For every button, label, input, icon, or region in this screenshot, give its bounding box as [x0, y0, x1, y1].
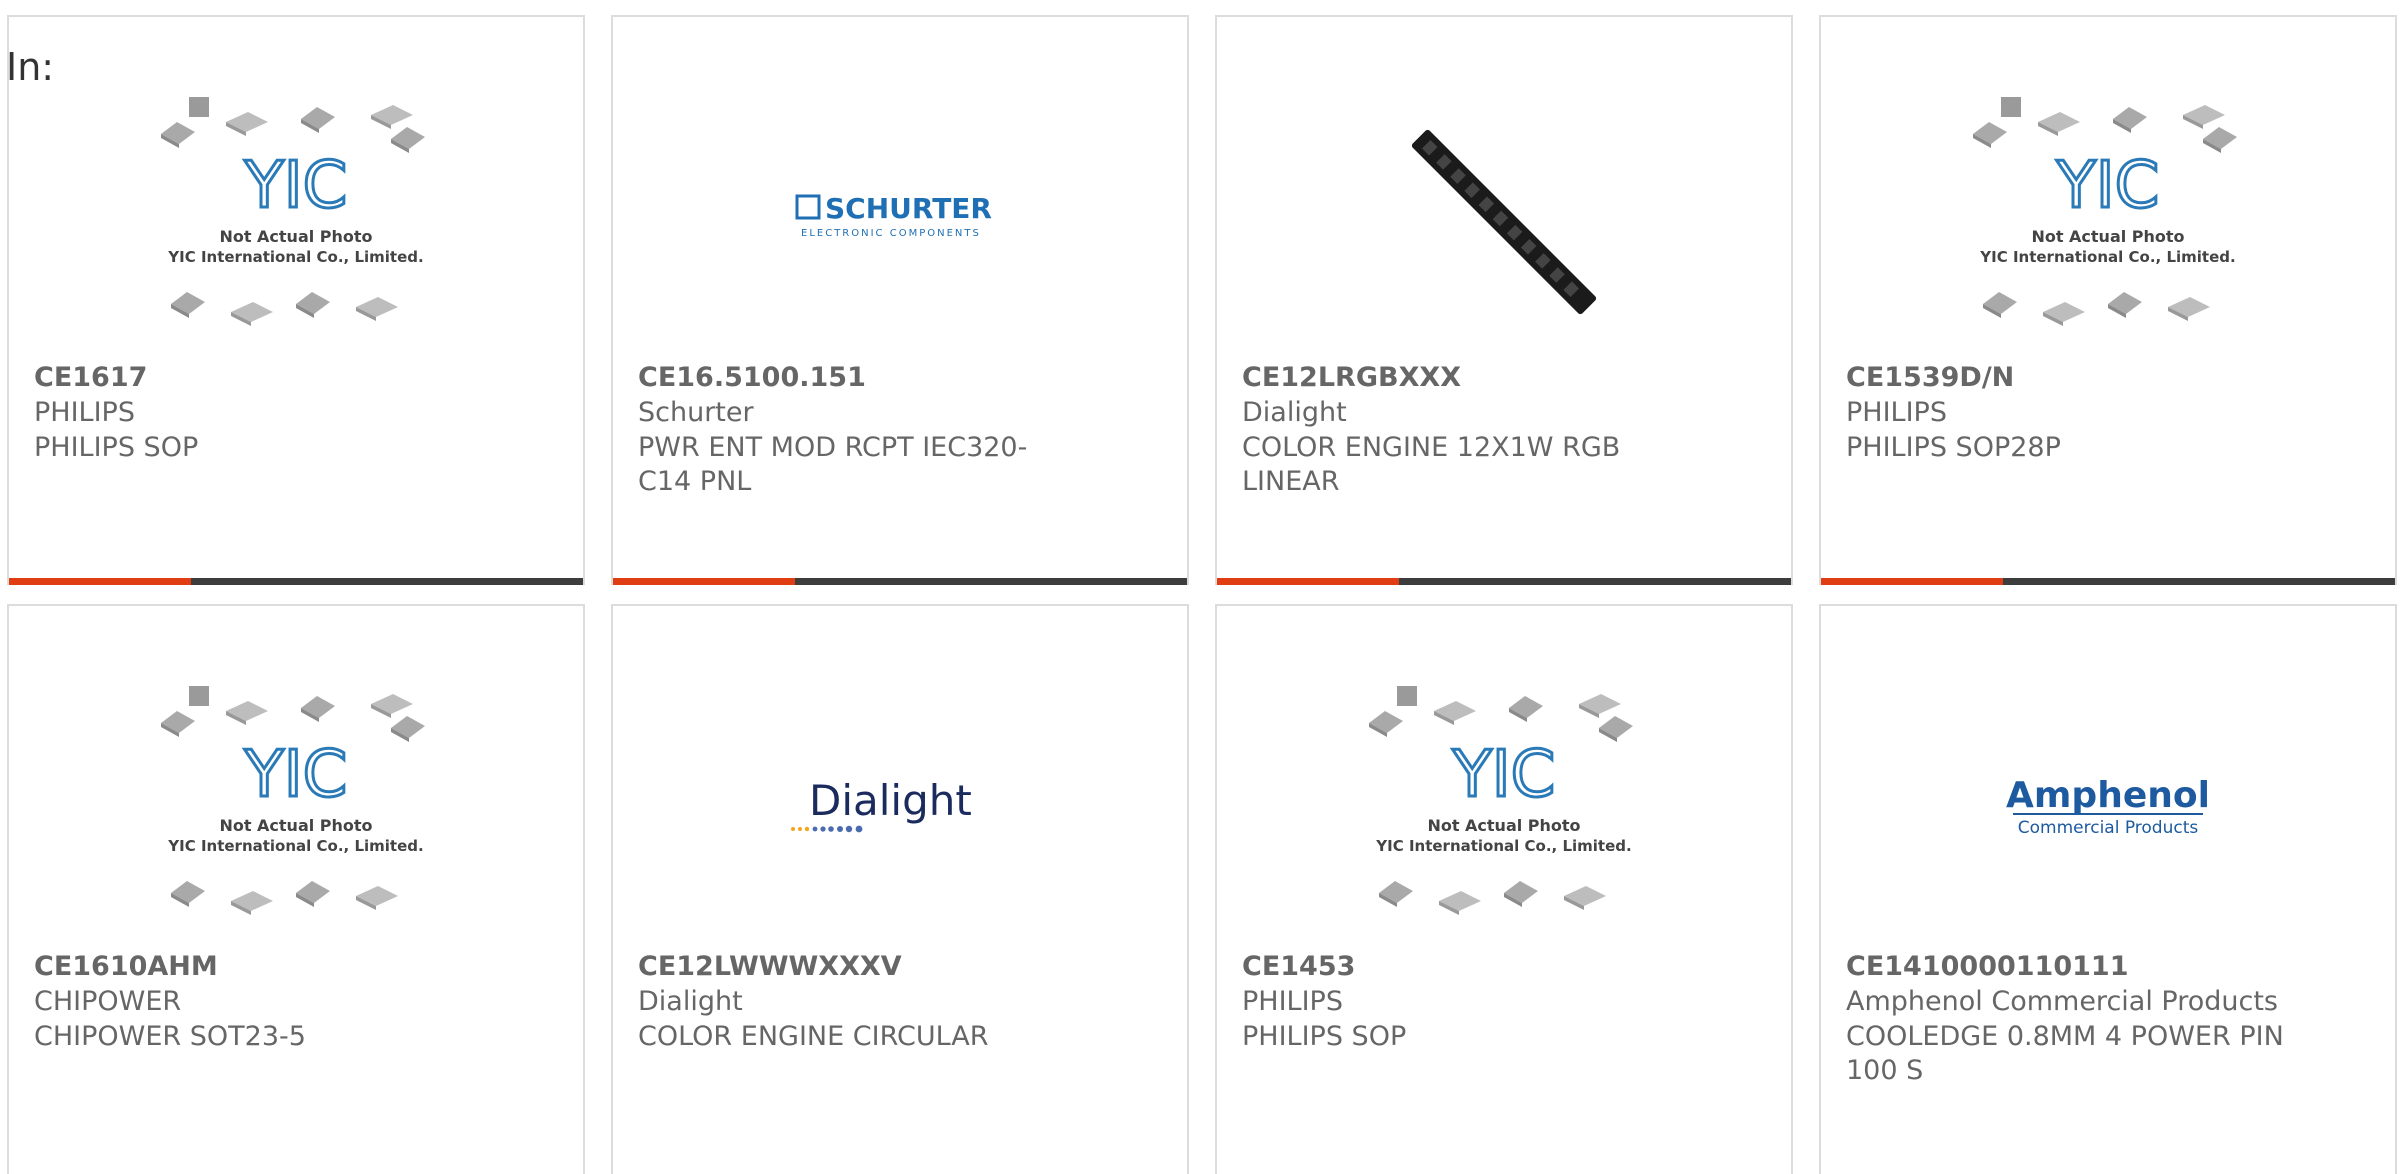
description: COOLEDGE 0.8MM 4 POWER PIN 100 S	[1846, 1021, 2284, 1086]
part-number[interactable]: CE12LWWWXXXV	[638, 951, 902, 982]
yic-placeholder-image: YIC Not Actual Photo YIC International C…	[161, 97, 425, 326]
card-accent	[9, 578, 191, 585]
not-actual-photo-text: Not Actual Photo	[219, 816, 372, 835]
yic-company-text: YIC International Co., Limited.	[1375, 837, 1631, 855]
amphenol-sub: Commercial Products	[2018, 818, 2199, 838]
part-number[interactable]: CE1453	[1242, 951, 1355, 982]
not-actual-photo-text: Not Actual Photo	[2031, 227, 2184, 246]
card-underline	[1217, 578, 1791, 585]
product-image[interactable]: YIC Not Actual Photo YIC International C…	[9, 666, 583, 956]
product-card[interactable]: YIC Not Actual Photo YIC International C…	[1819, 15, 2397, 585]
manufacturer: Dialight	[1242, 397, 1347, 428]
yic-logo-text: YIC	[2056, 149, 2160, 223]
description: PWR ENT MOD RCPT IEC320-C14 PNL	[638, 432, 1028, 497]
yic-placeholder-image: YIC Not Actual Photo YIC International C…	[161, 686, 425, 915]
product-image[interactable]: YIC Not Actual Photo YIC International C…	[1217, 666, 1791, 956]
schurter-logo: SCHURTER ELECTRONIC COMPONENTS	[795, 192, 992, 239]
product-image[interactable]: Amphenol Commercial Products	[1821, 666, 2395, 956]
description: CHIPOWER SOT23-5	[34, 1021, 306, 1052]
schurter-sub: ELECTRONIC COMPONENTS	[801, 228, 981, 239]
schurter-brand: SCHURTER	[825, 192, 992, 225]
product-image[interactable]	[1217, 77, 1791, 367]
led-strip-photo	[1411, 129, 1597, 315]
yic-logo-text: YIC	[244, 149, 348, 223]
description: PHILIPS SOP	[34, 432, 199, 463]
yic-logo-text: YIC	[1452, 738, 1556, 812]
product-image[interactable]: Dialight	[613, 666, 1187, 956]
dialight-brand: Dialight	[809, 776, 972, 825]
card-accent	[1821, 578, 2003, 585]
part-number[interactable]: CE1610AHM	[34, 951, 218, 982]
manufacturer: Dialight	[638, 986, 743, 1017]
product-image[interactable]: SCHURTER ELECTRONIC COMPONENTS	[613, 77, 1187, 367]
part-number[interactable]: CE1617	[34, 362, 147, 393]
product-card[interactable]: YIC Not Actual Photo YIC International C…	[7, 604, 585, 1174]
manufacturer: Amphenol Commercial Products	[1846, 986, 2278, 1017]
manufacturer: PHILIPS	[1242, 986, 1343, 1017]
manufacturer: PHILIPS	[34, 397, 135, 428]
amphenol-brand: Amphenol	[2006, 775, 2210, 816]
yic-company-text: YIC International Co., Limited.	[167, 248, 423, 266]
product-card[interactable]: SCHURTER ELECTRONIC COMPONENTS CE16.5100…	[611, 15, 1189, 585]
card-underline	[9, 578, 583, 585]
product-card[interactable]: Amphenol Commercial Products CE141000011…	[1819, 604, 2397, 1174]
card-accent	[613, 578, 795, 585]
in-label: In:	[6, 45, 55, 89]
yic-logo-text: YIC	[244, 738, 348, 812]
product-card[interactable]: CE12LRGBXXX Dialight COLOR ENGINE 12X1W …	[1215, 15, 1793, 585]
part-number[interactable]: CE1539D/N	[1846, 362, 2014, 393]
product-card[interactable]: Dialight CE12LWWWXXXV Dialight COLOR ENG…	[611, 604, 1189, 1174]
part-number[interactable]: CE1410000110111	[1846, 951, 2129, 982]
part-number[interactable]: CE16.5100.151	[638, 362, 866, 393]
yic-placeholder-image: YIC Not Actual Photo YIC International C…	[1973, 97, 2237, 326]
card-accent	[1217, 578, 1399, 585]
product-image[interactable]: YIC Not Actual Photo YIC International C…	[9, 77, 583, 367]
description: COLOR ENGINE CIRCULAR	[638, 1021, 989, 1052]
not-actual-photo-text: Not Actual Photo	[219, 227, 372, 246]
manufacturer: Schurter	[638, 397, 754, 428]
amphenol-logo: Amphenol Commercial Products	[2006, 775, 2210, 838]
card-underline	[1821, 578, 2395, 585]
description: PHILIPS SOP	[1242, 1021, 1407, 1052]
manufacturer: PHILIPS	[1846, 397, 1947, 428]
description: COLOR ENGINE 12X1W RGB LINEAR	[1242, 432, 1621, 497]
manufacturer: CHIPOWER	[34, 986, 182, 1017]
dialight-logo: Dialight	[791, 776, 972, 833]
yic-company-text: YIC International Co., Limited.	[1979, 248, 2235, 266]
card-underline	[613, 578, 1187, 585]
yic-placeholder-image: YIC Not Actual Photo YIC International C…	[1369, 686, 1633, 915]
product-card[interactable]: YIC Not Actual Photo YIC International C…	[1215, 604, 1793, 1174]
description: PHILIPS SOP28P	[1846, 432, 2061, 463]
product-card[interactable]: YIC Not Actual Photo YIC International C…	[7, 15, 585, 585]
part-number[interactable]: CE12LRGBXXX	[1242, 362, 1461, 393]
not-actual-photo-text: Not Actual Photo	[1427, 816, 1580, 835]
product-image[interactable]: YIC Not Actual Photo YIC International C…	[1821, 77, 2395, 367]
yic-company-text: YIC International Co., Limited.	[167, 837, 423, 855]
